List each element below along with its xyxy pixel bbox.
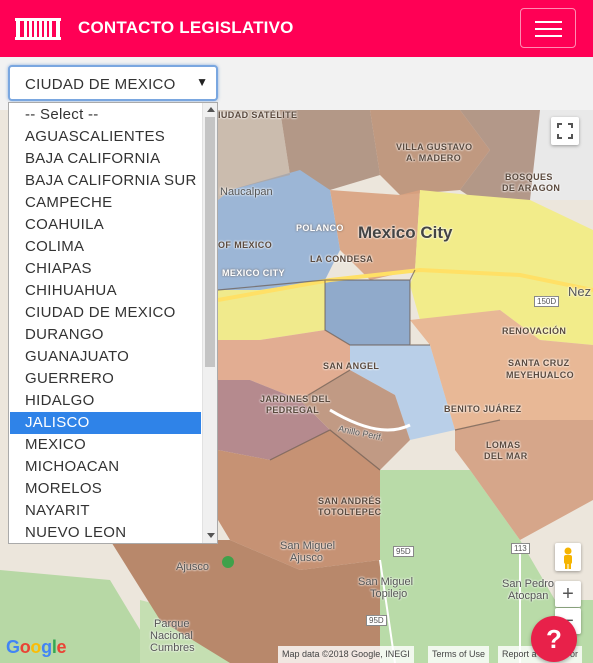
street-view-pegman-icon (564, 547, 572, 569)
scroll-down-icon[interactable] (207, 533, 215, 538)
map-label: TOTOLTEPEC (318, 507, 382, 517)
map-label: A. MADERO (406, 153, 462, 163)
fullscreen-button[interactable] (551, 117, 579, 145)
map-label: BENITO JUÁREZ (444, 404, 522, 414)
map-label: SAN ANDRÉS (318, 496, 382, 506)
map-label: San Pedro (502, 578, 554, 590)
terms-of-use-link[interactable]: Terms of Use (428, 646, 490, 663)
state-option[interactable]: CIUDAD DE MEXICO (10, 302, 201, 324)
state-option[interactable]: AGUASCALIENTES (10, 126, 201, 148)
map-label: SANTA CRUZ (508, 358, 570, 368)
map-label: Cumbres (150, 642, 195, 654)
building-columns-icon[interactable] (15, 18, 61, 40)
map-label: PEDREGAL (266, 405, 320, 415)
navbar: CONTACTO LEGISLATIVO (0, 0, 593, 57)
state-option[interactable]: MEXICO (10, 434, 201, 456)
map-label: JARDINES DEL (260, 394, 331, 404)
map-label: BOSQUES (505, 172, 553, 182)
state-option[interactable]: CAMPECHE (10, 192, 201, 214)
map-label: LOMAS (486, 440, 521, 450)
street-view-button[interactable] (555, 543, 581, 571)
map-label: Ajusco (290, 552, 324, 564)
map-label: POLANCO (296, 223, 344, 233)
map-label: Atocpan (508, 590, 549, 602)
scrollbar-thumb[interactable] (205, 117, 215, 367)
map-label: Naucalpan (220, 186, 273, 198)
hamburger-menu-icon-bar (535, 28, 562, 30)
map-label: Nacional (150, 630, 193, 642)
map-label: Nez (568, 284, 592, 299)
state-option[interactable]: HIDALGO (10, 390, 201, 412)
map-label: San Miguel (280, 540, 336, 552)
map-label: RENOVACIÓN (502, 326, 567, 336)
fullscreen-icon (557, 123, 573, 139)
scroll-up-icon[interactable] (207, 107, 215, 112)
app-title[interactable]: CONTACTO LEGISLATIVO (78, 18, 294, 38)
state-option[interactable]: DURANGO (10, 324, 201, 346)
state-option[interactable]: CHIHUAHUA (10, 280, 201, 302)
map-label: MEXICO CITY (222, 268, 285, 278)
google-logo: Google (6, 637, 67, 657)
state-option[interactable]: GUANAJUATO (10, 346, 201, 368)
state-option[interactable]: GUERRERO (10, 368, 201, 390)
state-select[interactable]: CIUDAD DE MEXICO ▼ (8, 65, 218, 101)
road-shield: 95D (393, 546, 414, 557)
chevron-down-icon: ▼ (196, 75, 208, 89)
map-attribution: Map data ©2018 Google, INEGI (278, 646, 414, 663)
state-option[interactable]: MORELOS (10, 478, 201, 500)
dropdown-scrollbar[interactable] (202, 103, 217, 543)
map-label: Ajusco (176, 561, 210, 573)
state-option[interactable]: NAYARIT (10, 500, 201, 522)
road-shield: 113 (511, 543, 530, 554)
map-label: San Miguel (358, 576, 414, 588)
map-label: SAN ANGEL (323, 361, 380, 371)
map-label: MEYEHUALCO (506, 370, 575, 380)
map-label: OF MEXICO (218, 240, 273, 250)
state-option[interactable]: BAJA CALIFORNIA SUR (10, 170, 201, 192)
hamburger-menu-button[interactable] (520, 8, 576, 48)
state-select-value: CIUDAD DE MEXICO (25, 76, 176, 93)
map-label: Topilejo (370, 588, 408, 600)
state-option-highlighted[interactable]: JALISCO (10, 412, 201, 434)
state-option[interactable]: COAHUILA (10, 214, 201, 236)
state-option[interactable]: NUEVO LEON (10, 522, 201, 543)
map-label: Mexico City (358, 223, 453, 242)
road-shield: 150D (534, 296, 560, 307)
map-label: VILLA GUSTAVO (396, 142, 473, 152)
road-shield: 95D (366, 615, 387, 626)
map-label: IUDAD SATÉLITE (218, 110, 298, 120)
hamburger-menu-icon (535, 21, 562, 23)
zoom-in-icon: + (562, 583, 574, 605)
map-label: DE ARAGON (502, 183, 561, 193)
map-label: DEL MAR (484, 451, 528, 461)
state-option[interactable]: COLIMA (10, 236, 201, 258)
state-option[interactable]: MICHOACAN (10, 456, 201, 478)
state-option[interactable]: -- Select -- (10, 104, 201, 126)
map-label: Parque (154, 618, 190, 630)
state-option[interactable]: CHIAPAS (10, 258, 201, 280)
help-button[interactable]: ? (531, 616, 577, 662)
zoom-in-button[interactable]: + (555, 581, 581, 607)
map-label: LA CONDESA (310, 254, 374, 264)
hamburger-menu-icon-bar (535, 35, 562, 37)
state-dropdown-list[interactable]: -- Select -- AGUASCALIENTES BAJA CALIFOR… (8, 102, 218, 544)
state-option[interactable]: BAJA CALIFORNIA (10, 148, 201, 170)
